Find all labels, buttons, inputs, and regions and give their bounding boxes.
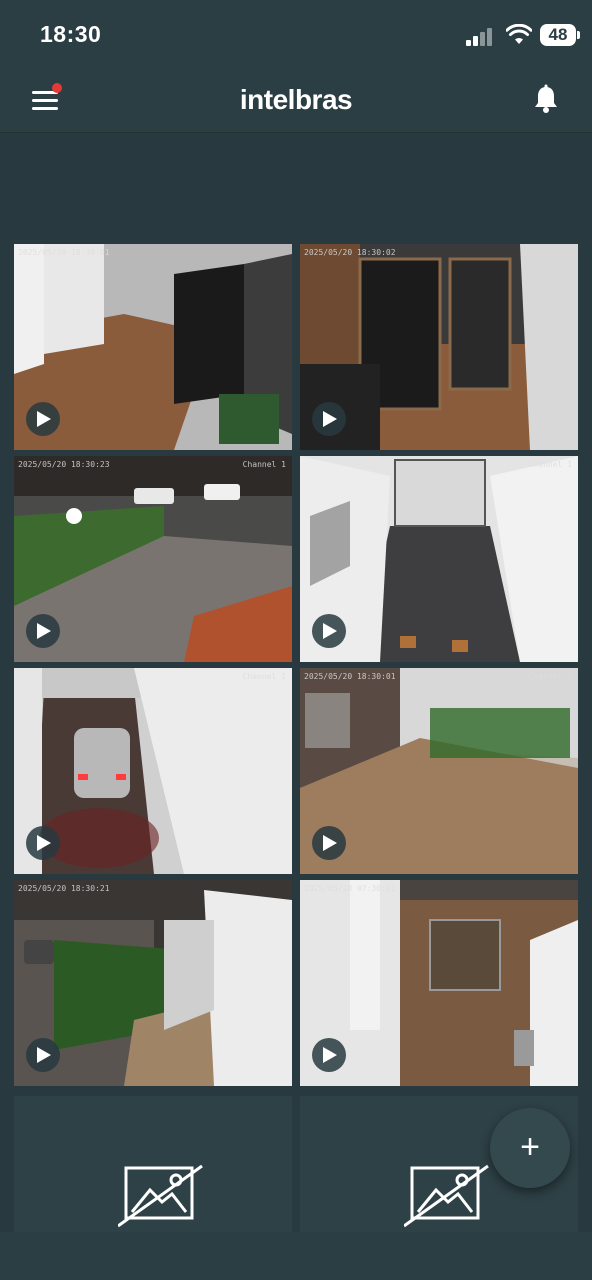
camera-timestamp: 2025/05/20 18:30:01 <box>304 672 396 681</box>
add-camera-button[interactable]: + <box>490 1108 570 1188</box>
camera-tile[interactable]: 2025/05/20 18:30:23 Channel 1 <box>14 456 292 662</box>
app-bar: intelbras <box>0 70 592 132</box>
bottom-bar <box>0 1232 592 1280</box>
camera-timestamp: 2025/05/20 18:30:01 <box>18 248 110 257</box>
camera-channel: Channel 1 <box>528 672 572 681</box>
battery-icon: 48 <box>540 24 580 46</box>
play-button[interactable] <box>312 826 346 860</box>
wifi-icon <box>506 24 532 44</box>
play-button[interactable] <box>26 402 60 436</box>
camera-timestamp: 2025/05/20 18:30:21 <box>18 884 110 893</box>
play-button[interactable] <box>312 402 346 436</box>
play-button[interactable] <box>312 614 346 648</box>
camera-timestamp: 2025/05/20 18:30:23 <box>18 460 110 469</box>
play-icon <box>323 623 337 639</box>
play-icon <box>37 835 51 851</box>
status-bar: 18:30 48 <box>0 0 592 70</box>
play-icon <box>323 835 337 851</box>
camera-timestamp: 2025/05/20 07:30:01 <box>304 884 396 893</box>
camera-tile[interactable]: 2025/05/20 18:30:01 Channel 1 <box>300 668 578 874</box>
no-image-icon <box>118 1164 203 1228</box>
play-button[interactable] <box>312 1038 346 1072</box>
play-button[interactable] <box>26 614 60 648</box>
camera-tile[interactable]: 2025/05/20 18:30:01 <box>14 244 292 450</box>
play-icon <box>37 1047 51 1063</box>
bell-icon[interactable] <box>532 84 560 114</box>
empty-camera-slot[interactable] <box>14 1096 292 1236</box>
no-image-icon <box>404 1164 489 1228</box>
camera-tile[interactable]: Channel 1 <box>14 668 292 874</box>
camera-tile[interactable]: 2025/05/20 07:30:01 <box>300 880 578 1086</box>
play-button[interactable] <box>26 826 60 860</box>
header: 18:30 48 intelbras <box>0 0 592 133</box>
play-icon <box>323 411 337 427</box>
camera-tile[interactable]: 2025/05/20 18:30:02 <box>300 244 578 450</box>
camera-channel: Channel 1 <box>242 672 286 681</box>
camera-channel: Channel 1 <box>242 460 286 469</box>
play-button[interactable] <box>26 1038 60 1072</box>
add-icon: + <box>520 1128 540 1166</box>
camera-channel: Channel 1 <box>528 460 572 469</box>
camera-tile[interactable]: Channel 1 <box>300 456 578 662</box>
camera-tile[interactable]: 2025/05/20 18:30:21 <box>14 880 292 1086</box>
play-icon <box>323 1047 337 1063</box>
play-icon <box>37 623 51 639</box>
play-icon <box>37 411 51 427</box>
battery-level: 48 <box>548 25 568 44</box>
camera-timestamp: 2025/05/20 18:30:02 <box>304 248 396 257</box>
cellular-signal-icon <box>466 28 496 46</box>
app-logo: intelbras <box>239 84 353 115</box>
status-time: 18:30 <box>40 21 102 47</box>
